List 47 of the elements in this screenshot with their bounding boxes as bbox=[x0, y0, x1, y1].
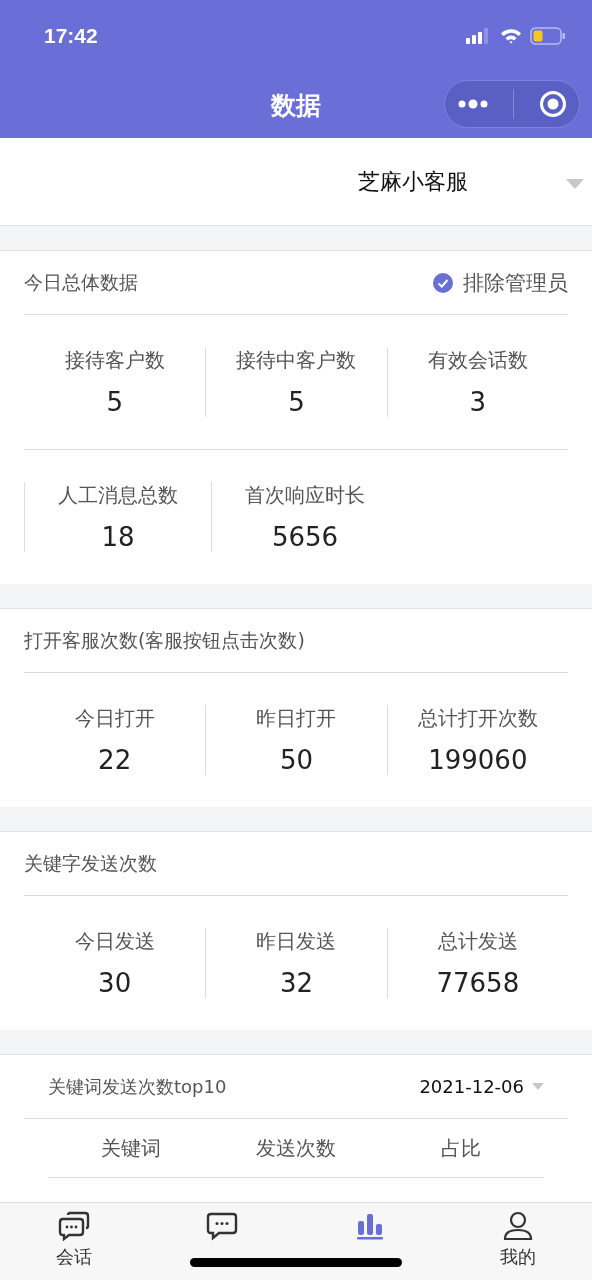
status-time: 17:42 bbox=[44, 24, 98, 48]
stat-value: 77658 bbox=[436, 968, 520, 998]
stat-value: 5 bbox=[288, 387, 305, 417]
tab[interactable]: 会话 bbox=[0, 1203, 148, 1280]
column-header: 占比 bbox=[441, 1134, 482, 1162]
service-selector[interactable]: 芝麻小客服 bbox=[0, 138, 592, 226]
stat-value: 5 bbox=[106, 387, 123, 417]
stat-label: 接待中客户数 bbox=[236, 347, 357, 374]
battery-icon bbox=[530, 27, 566, 45]
section-title: 关键词发送次数top10 bbox=[48, 1074, 227, 1099]
stat-label: 今日发送 bbox=[74, 928, 155, 955]
caret-icon bbox=[532, 1083, 544, 1090]
stat-value: 22 bbox=[98, 745, 132, 775]
chat-bubbles-icon bbox=[58, 1211, 90, 1241]
caret-icon bbox=[566, 178, 584, 189]
stat-value: 3 bbox=[469, 387, 487, 417]
stat-value: 5656 bbox=[271, 522, 339, 552]
section-title: 关键字发送次数 bbox=[24, 850, 157, 876]
page-title: 数据 bbox=[271, 89, 321, 122]
stat-value: 32 bbox=[279, 968, 314, 998]
stat-value: 199060 bbox=[428, 745, 528, 775]
stat-label: 人工消息总数 bbox=[58, 482, 178, 509]
column-header: 关键词 bbox=[100, 1134, 161, 1162]
stat-value: 30 bbox=[98, 968, 132, 998]
stat-label: 接待客户数 bbox=[64, 347, 165, 374]
stat-label: 昨日发送 bbox=[256, 928, 337, 955]
wifi-icon bbox=[500, 28, 522, 44]
stat-label: 昨日打开 bbox=[256, 705, 337, 732]
checkbox[interactable] bbox=[433, 272, 453, 293]
stat-label: 首次响应时长 bbox=[245, 482, 365, 509]
stat-label: 总计发送 bbox=[437, 928, 518, 955]
user-icon bbox=[502, 1211, 534, 1241]
stat-value: 18 bbox=[101, 522, 135, 552]
stat-label: 今日打开 bbox=[74, 705, 155, 732]
close-icon[interactable] bbox=[538, 90, 567, 118]
more-icon[interactable] bbox=[457, 99, 490, 109]
section-title: 打开客服次数(客服按钮点击次数) bbox=[24, 627, 305, 653]
checkbox-label[interactable]: 排除管理员 bbox=[463, 268, 568, 297]
column-header: 发送次数 bbox=[256, 1134, 336, 1162]
stat-label: 有效会话数 bbox=[427, 347, 528, 374]
date-picker[interactable]: 2021-12-06 bbox=[419, 1076, 544, 1097]
stat-value: 50 bbox=[279, 745, 314, 775]
bar-chart-icon bbox=[354, 1211, 386, 1241]
chat-bubble-icon bbox=[206, 1211, 238, 1241]
tab[interactable]: 我的 bbox=[444, 1203, 592, 1280]
stat-label: 总计打开次数 bbox=[417, 705, 538, 732]
section-title: 今日总体数据 bbox=[24, 269, 138, 295]
